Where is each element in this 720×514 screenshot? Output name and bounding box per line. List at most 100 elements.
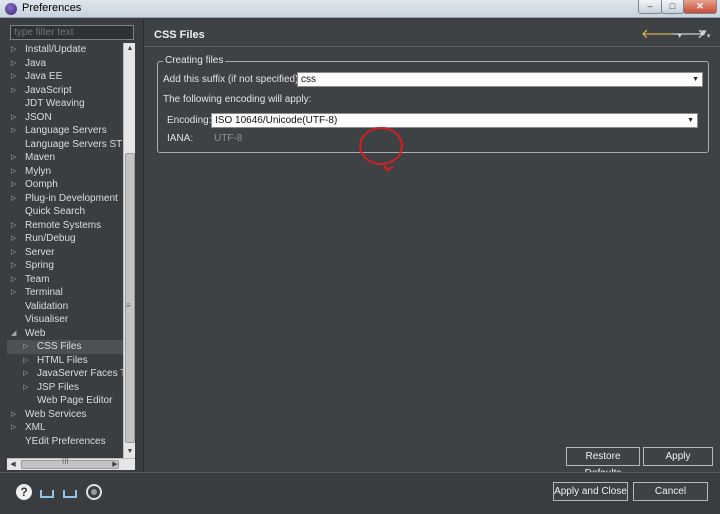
suffix-label: Add this suffix (if not specified): <box>163 74 302 85</box>
tree-item[interactable]: Quick Search <box>7 205 123 219</box>
tree-item[interactable]: Validation <box>7 300 123 314</box>
tree-item-label: JSP Files <box>37 381 80 393</box>
tree-item[interactable]: ▷ Server <box>7 246 123 260</box>
horizontal-scroll-thumb[interactable] <box>21 460 119 469</box>
scroll-down-arrow-icon[interactable]: ▼ <box>124 446 136 458</box>
import-icon[interactable] <box>39 484 55 500</box>
creating-files-group: Creating files Add this suffix (if not s… <box>157 55 709 153</box>
encoding-combo[interactable]: ISO 10646/Unicode(UTF-8) ▼ <box>211 113 698 128</box>
tree-item-label: Java EE <box>25 71 63 82</box>
expand-twisty-icon[interactable]: ▷ <box>11 219 16 233</box>
expand-twisty-icon[interactable]: ▷ <box>11 178 16 192</box>
scroll-grip-icon: ≡ <box>126 301 131 310</box>
tree-item-label: Server <box>25 246 55 258</box>
tree-item[interactable]: YEdit Preferences <box>7 435 123 449</box>
expand-twisty-icon[interactable]: ▷ <box>11 151 16 165</box>
tree-item[interactable]: ▷ Language Servers <box>7 124 123 138</box>
tree-item[interactable]: Web Page Editor <box>7 394 123 408</box>
expand-twisty-icon[interactable]: ▷ <box>11 70 16 84</box>
tree-item-label: Web Page Editor <box>37 395 113 406</box>
tree-item[interactable]: ▷ CSS Files <box>7 340 123 354</box>
expand-twisty-icon[interactable]: ▷ <box>11 421 16 435</box>
tree-item[interactable]: ▷ Team <box>7 273 123 287</box>
scroll-right-arrow-icon[interactable]: ▶ <box>109 459 121 471</box>
tree-vertical-scrollbar[interactable]: ▲ ≡ ▼ <box>123 43 135 458</box>
tree-item-label: CSS Files <box>37 341 82 352</box>
expand-twisty-icon[interactable]: ▷ <box>11 124 16 138</box>
tree-item[interactable]: ▷ Java <box>7 57 123 71</box>
tree-item[interactable]: ▷ Remote Systems <box>7 219 123 233</box>
tree-item[interactable]: ▷ Maven <box>7 151 123 165</box>
tree-item-label: Quick Search <box>25 206 86 217</box>
expand-twisty-icon[interactable]: ▷ <box>11 192 16 206</box>
tree-item-label: JavaScript <box>25 84 72 96</box>
expand-twisty-icon[interactable]: ▷ <box>23 340 28 354</box>
tree-item[interactable]: ▷ HTML Files <box>7 354 123 368</box>
tree-item[interactable]: ▷ JavaServer Faces Tools <box>7 367 123 381</box>
forward-dropdown-icon[interactable]: ▾ <box>707 33 711 40</box>
minimize-button[interactable]: – <box>638 0 662 14</box>
tree-item[interactable]: ▷ XML <box>7 421 123 435</box>
tree-item[interactable]: ▷ JSP Files <box>7 381 123 395</box>
tree-item[interactable]: ▷ JSON <box>7 111 123 125</box>
vertical-scroll-thumb[interactable] <box>125 153 135 443</box>
tree-item[interactable]: ▷ Web Services <box>7 408 123 422</box>
tree-item[interactable]: Visualiser <box>7 313 123 327</box>
scroll-left-arrow-icon[interactable]: ◀ <box>7 459 19 471</box>
expand-twisty-icon[interactable]: ▷ <box>23 354 28 368</box>
tree-item[interactable]: Language Servers STS <box>7 138 123 152</box>
expand-twisty-icon[interactable]: ▷ <box>23 381 28 395</box>
expand-twisty-icon[interactable]: ◢ <box>11 327 16 341</box>
tree-item[interactable]: ◢ Web <box>7 327 123 341</box>
expand-twisty-icon[interactable]: ▷ <box>11 43 16 57</box>
apply-and-close-button[interactable]: Apply and Close <box>553 482 628 501</box>
tree-item-label: Web <box>25 327 46 339</box>
expand-twisty-icon[interactable]: ▷ <box>11 57 16 71</box>
help-icon[interactable]: ? <box>16 484 32 500</box>
apply-button[interactable]: Apply <box>643 447 713 466</box>
cancel-button[interactable]: Cancel <box>633 482 708 501</box>
close-button[interactable]: ✕ <box>683 0 717 14</box>
export-icon[interactable] <box>62 484 78 500</box>
tree-item[interactable]: ▷ Java EE <box>7 70 123 84</box>
tree-item-label: XML <box>25 422 46 433</box>
expand-twisty-icon[interactable]: ▷ <box>11 286 16 300</box>
tree-item[interactable]: ▷ Mylyn <box>7 165 123 179</box>
expand-twisty-icon[interactable]: ▷ <box>11 111 16 125</box>
window-title: Preferences <box>22 2 82 14</box>
suffix-combo[interactable]: css ▼ <box>297 72 703 87</box>
encoding-note: The following encoding will apply: <box>163 94 312 105</box>
expand-twisty-icon[interactable]: ▷ <box>23 367 28 381</box>
iana-value: UTF-8 <box>214 133 243 144</box>
iana-label: IANA: <box>167 133 194 144</box>
encoding-label: Encoding: <box>167 115 212 126</box>
expand-twisty-icon[interactable]: ▷ <box>11 246 16 260</box>
expand-twisty-icon[interactable]: ▷ <box>11 232 16 246</box>
expand-twisty-icon[interactable]: ▷ <box>11 259 16 273</box>
tree-item[interactable]: ▷ Oomph <box>7 178 123 192</box>
group-title: Creating files <box>163 55 226 66</box>
tree-item[interactable]: ▷ Spring <box>7 259 123 273</box>
tree-item[interactable]: ▷ JavaScript <box>7 84 123 98</box>
page-title: CSS Files <box>154 29 205 41</box>
expand-twisty-icon[interactable]: ▷ <box>11 165 16 179</box>
view-menu-icon[interactable]: ▾ <box>701 26 707 39</box>
tree-item[interactable]: ▷ Install/Update <box>7 43 123 57</box>
horizontal-grip-icon: III <box>62 457 69 466</box>
scroll-up-arrow-icon[interactable]: ▲ <box>124 43 136 55</box>
tree-item[interactable]: ▷ Run/Debug <box>7 232 123 246</box>
record-icon[interactable] <box>86 484 102 500</box>
tree-item-label: Oomph <box>25 179 58 190</box>
tree-horizontal-scrollbar[interactable]: ◀ III ▶ <box>7 457 135 471</box>
maximize-button[interactable]: □ <box>661 0 684 14</box>
tree-item[interactable]: ▷ Terminal <box>7 286 123 300</box>
expand-twisty-icon[interactable]: ▷ <box>11 273 16 287</box>
filter-input[interactable] <box>10 25 134 40</box>
expand-twisty-icon[interactable]: ▷ <box>11 84 16 98</box>
restore-defaults-button[interactable]: Restore Defaults <box>566 447 640 479</box>
tree-item-label: Spring <box>25 260 54 271</box>
tree-item[interactable]: JDT Weaving <box>7 97 123 111</box>
encoding-value: ISO 10646/Unicode(UTF-8) <box>215 115 338 126</box>
expand-twisty-icon[interactable]: ▷ <box>11 408 16 422</box>
tree-item[interactable]: ▷ Plug-in Development <box>7 192 123 206</box>
